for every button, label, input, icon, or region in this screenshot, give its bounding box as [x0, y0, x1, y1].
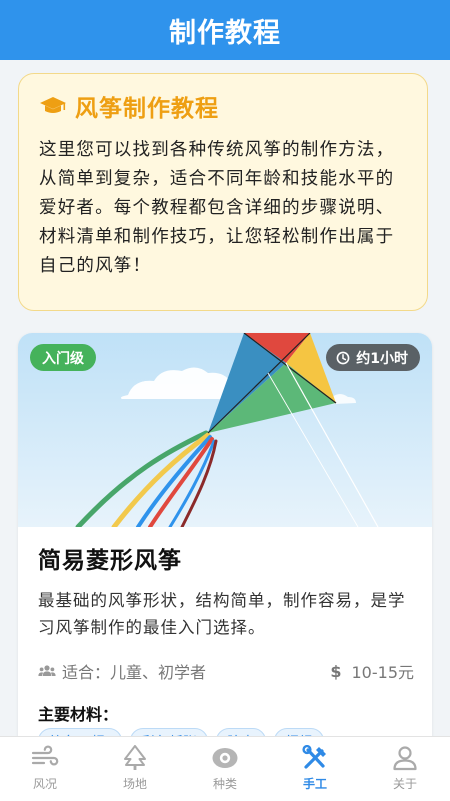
- graduation-cap-icon: [40, 97, 66, 113]
- tab-label: 风况: [32, 777, 57, 791]
- level-badge: 入门级: [30, 344, 96, 371]
- tab-label: 关于: [392, 777, 417, 791]
- app-header: 制作教程: [0, 0, 450, 60]
- tutorial-description: 最基础的风筝形状，结构简单，制作容易，是学习风筝制作的最佳入门选择。: [38, 591, 406, 637]
- page-title: 制作教程: [169, 17, 281, 49]
- tab-about[interactable]: 关于: [360, 737, 450, 801]
- tab-label: 场地: [122, 777, 147, 791]
- cost-label: 10-15元: [351, 663, 415, 682]
- tab-types[interactable]: 种类: [180, 737, 270, 801]
- tab-crafts[interactable]: 手工: [270, 737, 360, 801]
- time-badge: 约1小时: [326, 344, 420, 371]
- tree-icon: [124, 745, 146, 770]
- intro-panel: 风筝制作教程 这里您可以找到各种传统风筝的制作方法，从简单到复杂，适合不同年龄和…: [18, 73, 428, 311]
- tools-icon: [302, 745, 326, 769]
- time-label: 约1小时: [356, 350, 408, 367]
- intro-title: 风筝制作教程: [75, 96, 219, 122]
- tab-label: 手工: [302, 777, 327, 791]
- tab-wind[interactable]: 风况: [0, 737, 90, 801]
- tutorial-title: 简易菱形风筝: [38, 548, 182, 574]
- tab-venue[interactable]: 场地: [90, 737, 180, 801]
- intro-text: 这里您可以找到各种传统风筝的制作方法，从简单到复杂，适合不同年龄和技能水平的爱好…: [39, 140, 395, 276]
- clock-icon: [336, 351, 350, 364]
- tutorial-card[interactable]: 入门级 约1小时 简易菱形风筝 最基础的风筝形状，结构简单，制作容易，是学习风筝…: [18, 333, 432, 753]
- materials-heading: 主要材料：: [38, 705, 119, 724]
- audience-label: 适合：儿童、初学者: [62, 663, 207, 682]
- intro-heading: 风筝制作教程: [39, 88, 409, 124]
- dollar-icon: $: [330, 661, 342, 681]
- users-icon: [38, 665, 56, 676]
- tutorial-meta: 适合：儿童、初学者 $ 10-15元: [38, 659, 414, 683]
- user-icon: [393, 746, 417, 771]
- tab-label: 种类: [212, 777, 237, 791]
- wind-icon: [31, 745, 59, 766]
- eye-icon: [212, 748, 238, 768]
- card-body: 简易菱形风筝 最基础的风筝形状，结构简单，制作容易，是学习风筝制作的最佳入门选择…: [38, 541, 418, 753]
- bottom-tab-bar: 风况 场地 种类 手工 关于: [0, 736, 450, 801]
